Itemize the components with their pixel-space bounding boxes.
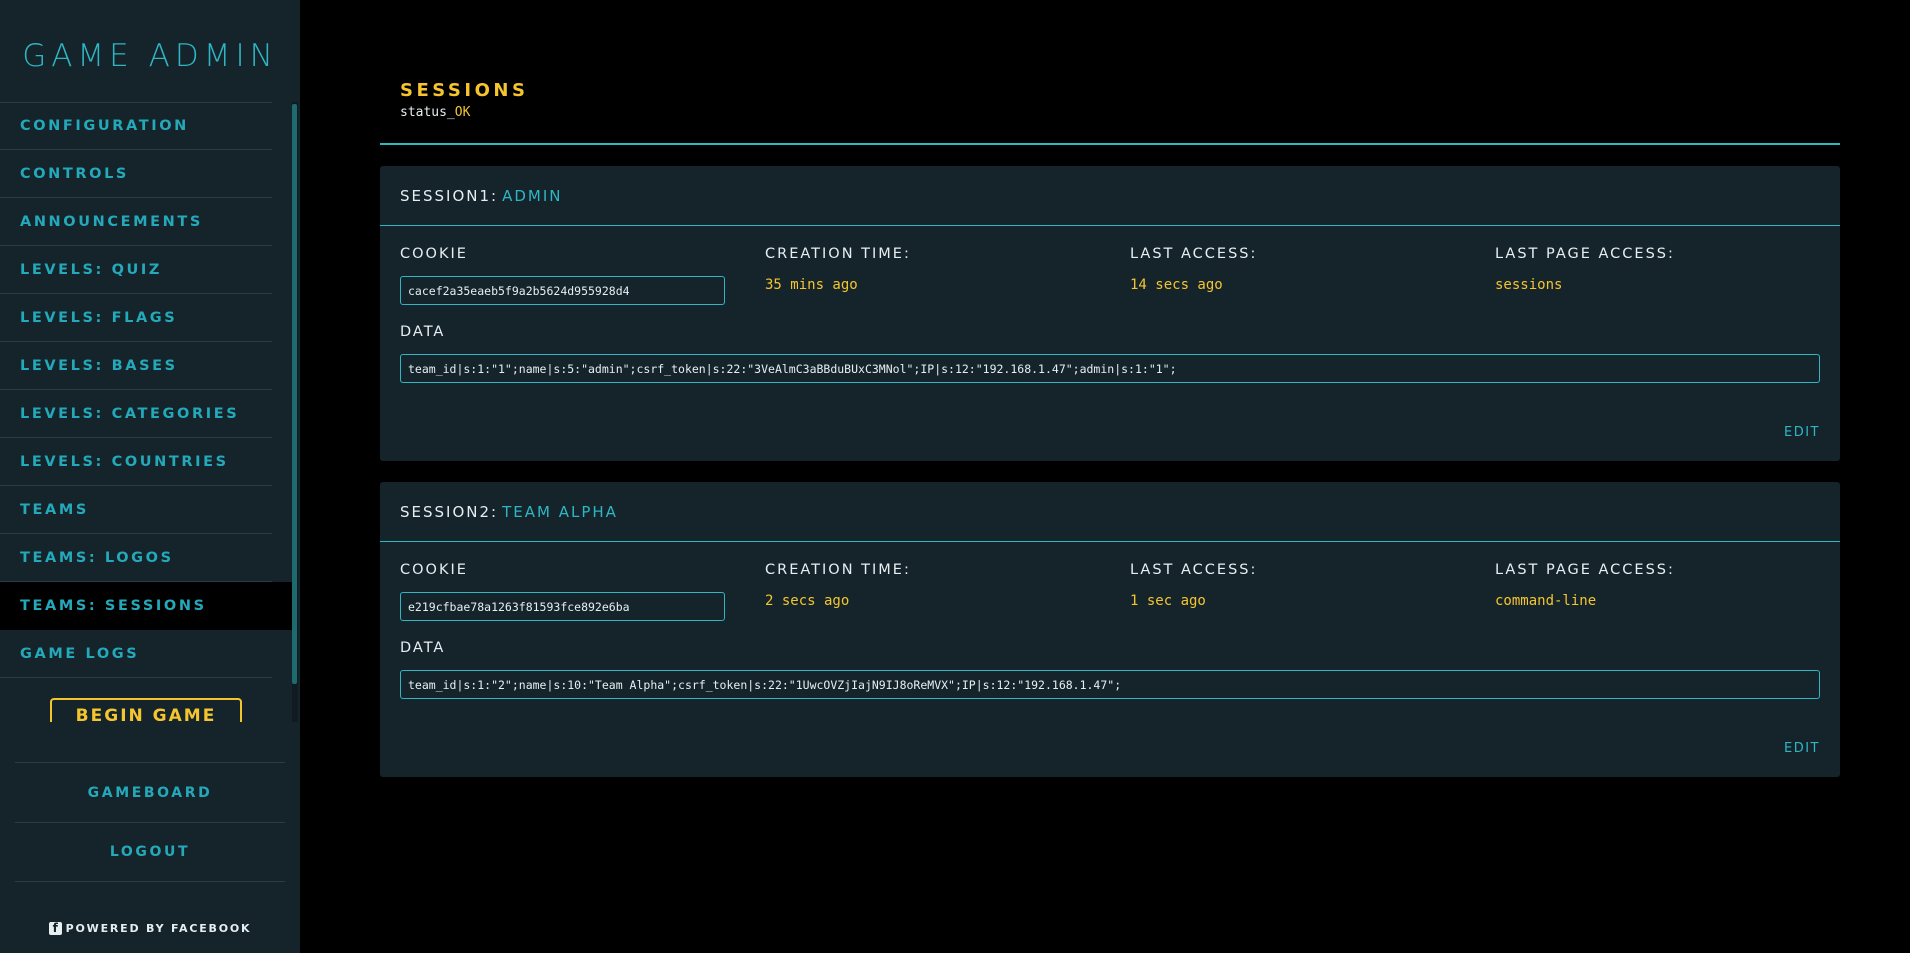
last-page-access-label: LAST PAGE ACCESS:	[1495, 246, 1675, 262]
nav-item-teams[interactable]: TEAMS	[0, 486, 272, 534]
nav-item-levels-flags[interactable]: LEVELS: FLAGS	[0, 294, 272, 342]
last-access-label: LAST ACCESS:	[1130, 562, 1258, 578]
edit-button[interactable]: EDIT	[1784, 741, 1820, 756]
page-title: SESSIONS	[400, 80, 529, 101]
session-name: TEAM ALPHA	[502, 502, 618, 521]
creation-time-label: CREATION TIME:	[765, 246, 911, 262]
logout-link[interactable]: LOGOUT	[15, 822, 285, 882]
sidebar-nav: CONFIGURATION CONTROLS ANNOUNCEMENTS LEV…	[0, 102, 300, 722]
cookie-label: COOKIE	[400, 562, 468, 578]
nav-item-teams-logos[interactable]: TEAMS: LOGOS	[0, 534, 272, 582]
session-title: SESSION2:	[400, 502, 499, 521]
page-header: SESSIONS status_OK	[400, 80, 528, 120]
nav-item-teams-sessions[interactable]: TEAMS: SESSIONS	[0, 582, 292, 630]
sidebar: GAME ADMIN CONFIGURATION CONTROLS ANNOUN…	[0, 0, 300, 953]
session-header: SESSION1: ADMIN	[380, 166, 1840, 226]
page-status: status_OK	[400, 105, 528, 120]
status-value: OK	[454, 105, 471, 120]
last-page-access-label: LAST PAGE ACCESS:	[1495, 562, 1675, 578]
nav-item-announcements[interactable]: ANNOUNCEMENTS	[0, 198, 272, 246]
nav-item-levels-categories[interactable]: LEVELS: CATEGORIES	[0, 390, 272, 438]
nav-item-game-logs[interactable]: GAME LOGS	[0, 630, 272, 678]
nav-item-levels-quiz[interactable]: LEVELS: QUIZ	[0, 246, 272, 294]
begin-game-button[interactable]: BEGIN GAME	[50, 698, 242, 722]
session-header: SESSION2: TEAM ALPHA	[380, 482, 1840, 542]
brand-title: GAME ADMIN	[22, 38, 278, 74]
gameboard-link[interactable]: GAMEBOARD	[15, 762, 285, 822]
data-field[interactable]: team_id|s:1:"2";name|s:10:"Team Alpha";c…	[400, 670, 1820, 699]
nav-item-controls[interactable]: CONTROLS	[0, 150, 272, 198]
data-label: DATA	[400, 640, 446, 656]
cookie-field[interactable]: e219cfbae78a1263f81593fce892e6ba	[400, 592, 725, 621]
data-label: DATA	[400, 324, 446, 340]
cookie-field[interactable]: cacef2a35eaeb5f9a2b5624d955928d4	[400, 276, 725, 305]
session-card: SESSION2: TEAM ALPHA COOKIE e219cfbae78a…	[380, 482, 1840, 777]
data-field[interactable]: team_id|s:1:"1";name|s:5:"admin";csrf_to…	[400, 354, 1820, 383]
sidebar-bottom-links: GAMEBOARD LOGOUT	[15, 762, 285, 882]
session-title: SESSION1:	[400, 186, 499, 205]
status-prefix: status_	[400, 105, 455, 120]
nav-item-configuration[interactable]: CONFIGURATION	[0, 102, 272, 150]
facebook-icon	[48, 921, 62, 935]
edit-button[interactable]: EDIT	[1784, 425, 1820, 440]
last-access-value: 1 sec ago	[1130, 593, 1206, 609]
powered-by-label: POWERED BY FACEBOOK	[65, 922, 252, 935]
powered-by: POWERED BY FACEBOOK	[0, 921, 300, 935]
last-page-access-value: sessions	[1495, 277, 1563, 293]
creation-time-label: CREATION TIME:	[765, 562, 911, 578]
last-page-access-value: command-line	[1495, 593, 1597, 609]
creation-time-value: 2 secs ago	[765, 593, 850, 609]
header-divider	[380, 143, 1840, 145]
session-name: ADMIN	[502, 186, 563, 205]
main-content: SESSIONS status_OK SESSION1: ADMIN COOKI…	[300, 0, 1910, 953]
session-card: SESSION1: ADMIN COOKIE cacef2a35eaeb5f9a…	[380, 166, 1840, 461]
nav-item-levels-bases[interactable]: LEVELS: BASES	[0, 342, 272, 390]
last-access-value: 14 secs ago	[1130, 277, 1223, 293]
nav-item-levels-countries[interactable]: LEVELS: COUNTRIES	[0, 438, 272, 486]
last-access-label: LAST ACCESS:	[1130, 246, 1258, 262]
creation-time-value: 35 mins ago	[765, 277, 858, 293]
cookie-label: COOKIE	[400, 246, 468, 262]
